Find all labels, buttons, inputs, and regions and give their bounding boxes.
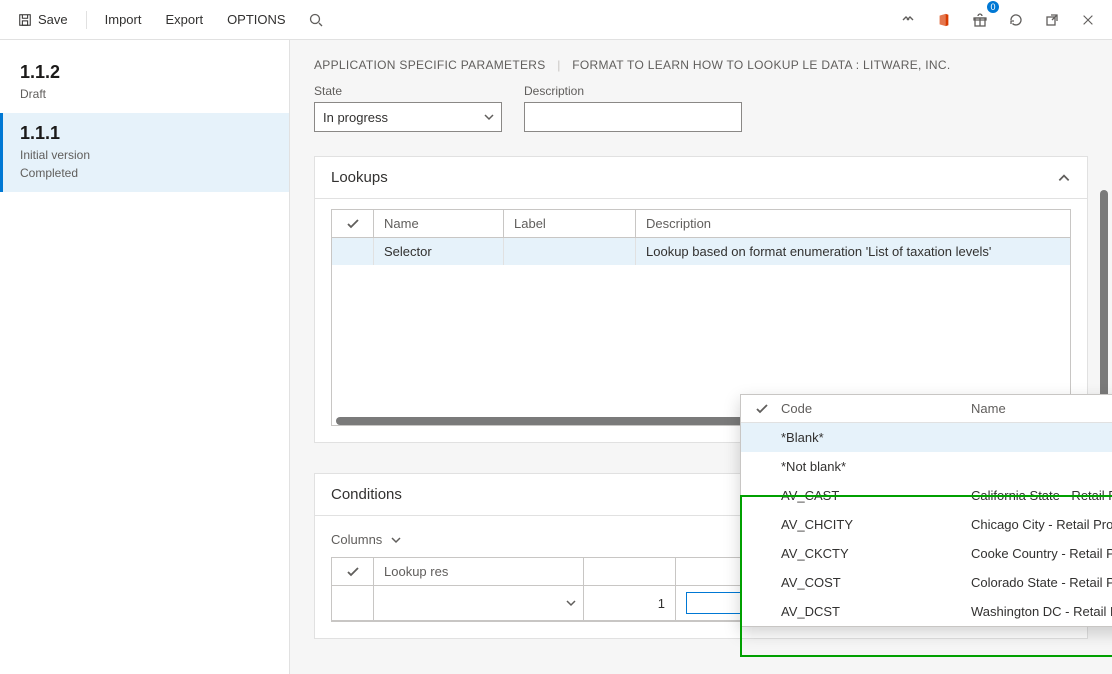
refresh-icon (1008, 12, 1024, 28)
chevron-down-icon (390, 534, 402, 546)
dd-name: California State - Retail Prod (971, 488, 1112, 503)
close-icon (1081, 13, 1095, 27)
state-label: State (314, 84, 502, 98)
dd-code: AV_DCST (781, 604, 971, 619)
row-check[interactable] (332, 238, 374, 265)
conditions-title: Conditions (331, 486, 402, 503)
breadcrumb-separator: | (557, 58, 560, 72)
save-icon (18, 13, 32, 27)
popout-button[interactable] (1036, 4, 1068, 36)
dd-row-blank[interactable]: *Blank* (741, 423, 1112, 452)
notification-count: 0 (987, 1, 999, 13)
options-label: OPTIONS (227, 12, 286, 27)
dd-code: AV_CKCTY (781, 546, 971, 561)
dd-row-av-chcity[interactable]: AV_CHCITY Chicago City - Retail Prod (741, 510, 1112, 539)
description-label: Description (524, 84, 742, 98)
dd-row-av-ckcty[interactable]: AV_CKCTY Cooke Country - Retail Prod (741, 539, 1112, 568)
state-field: State In progress (314, 84, 502, 132)
refresh-button[interactable] (1000, 4, 1032, 36)
version-item-1.1.1[interactable]: 1.1.1 Initial version Completed (0, 113, 289, 192)
version-status: Draft (20, 87, 269, 101)
lookups-row[interactable]: Selector Lookup based on format enumerat… (332, 238, 1070, 265)
lookup-result-cell[interactable] (374, 586, 584, 621)
cond-header-line[interactable] (584, 558, 676, 586)
gift-icon (972, 12, 988, 28)
version-item-1.1.2[interactable]: 1.1.2 Draft (0, 52, 289, 113)
dd-code: *Blank* (781, 430, 971, 445)
import-button[interactable]: Import (95, 6, 152, 33)
grid-header-label[interactable]: Label (504, 210, 636, 237)
description-input[interactable] (524, 102, 742, 132)
version-title: 1.1.1 (20, 123, 269, 144)
dd-header-check[interactable] (755, 402, 781, 416)
dd-name: Chicago City - Retail Prod (971, 517, 1112, 532)
row-desc: Lookup based on format enumeration 'List… (636, 238, 1070, 265)
version-sidebar: 1.1.2 Draft 1.1.1 Initial version Comple… (0, 40, 290, 674)
dd-name: Colorado State - Retail Prod (971, 575, 1112, 590)
collapse-button[interactable] (1057, 171, 1071, 185)
dd-row-av-dcst[interactable]: AV_DCST Washington DC - Retail Prod (741, 597, 1112, 626)
notifications-button[interactable]: 0 (964, 4, 996, 36)
office-button[interactable] (928, 4, 960, 36)
state-select[interactable]: In progress (314, 102, 502, 132)
dd-header-code[interactable]: Code (781, 401, 971, 416)
main-content: APPLICATION SPECIFIC PARAMETERS | FORMAT… (290, 40, 1112, 674)
top-toolbar: Save Import Export OPTIONS 0 (0, 0, 1112, 40)
grid-header-name[interactable]: Name (374, 210, 504, 237)
dd-name: Washington DC - Retail Prod (971, 604, 1112, 619)
description-field: Description (524, 84, 742, 132)
cond-header-lookup[interactable]: Lookup res (374, 558, 584, 586)
line-value: 1 (658, 596, 665, 611)
version-desc: Initial version (20, 148, 269, 162)
state-value: In progress (323, 110, 388, 125)
dd-header-name[interactable]: Name (971, 401, 1112, 416)
version-title: 1.1.2 (20, 62, 269, 83)
dd-name: Cooke Country - Retail Prod (971, 546, 1112, 561)
link-icon (900, 12, 916, 28)
toolbar-separator (86, 11, 87, 29)
office-icon (937, 13, 951, 27)
row-name: Selector (374, 238, 504, 265)
chevron-down-icon (483, 111, 495, 123)
dd-code: *Not blank* (781, 459, 971, 474)
version-status: Completed (20, 166, 269, 180)
row-label (504, 238, 636, 265)
grid-header-check[interactable] (332, 210, 374, 237)
line-cell[interactable]: 1 (584, 586, 676, 621)
save-label: Save (38, 12, 68, 27)
lookups-title: Lookups (331, 169, 388, 186)
search-icon (308, 12, 324, 28)
chevron-down-icon (565, 597, 577, 609)
dd-row-not-blank[interactable]: *Not blank* (741, 452, 1112, 481)
link-button[interactable] (892, 4, 924, 36)
breadcrumb-b: FORMAT TO LEARN HOW TO LOOKUP LE DATA : … (572, 58, 950, 72)
save-button[interactable]: Save (8, 6, 78, 33)
row-selected-indicator[interactable] (332, 586, 374, 621)
export-button[interactable]: Export (155, 6, 213, 33)
code-dropdown[interactable]: Code Name *Blank* *Not blank* AV_CAST Ca… (740, 394, 1112, 627)
options-button[interactable]: OPTIONS (217, 6, 296, 33)
dd-row-av-cost[interactable]: AV_COST Colorado State - Retail Prod (741, 568, 1112, 597)
import-label: Import (105, 12, 142, 27)
dd-code: AV_CHCITY (781, 517, 971, 532)
breadcrumb: APPLICATION SPECIFIC PARAMETERS | FORMAT… (314, 58, 1088, 72)
dd-code: AV_COST (781, 575, 971, 590)
search-button[interactable] (300, 4, 332, 36)
dd-code: AV_CAST (781, 488, 971, 503)
columns-label: Columns (331, 532, 382, 547)
export-label: Export (165, 12, 203, 27)
close-button[interactable] (1072, 4, 1104, 36)
grid-header-desc[interactable]: Description (636, 210, 1070, 237)
dd-row-av-cast[interactable]: AV_CAST California State - Retail Prod (741, 481, 1112, 510)
breadcrumb-a: APPLICATION SPECIFIC PARAMETERS (314, 58, 546, 72)
popout-icon (1044, 12, 1060, 28)
cond-header-check[interactable] (332, 558, 374, 586)
